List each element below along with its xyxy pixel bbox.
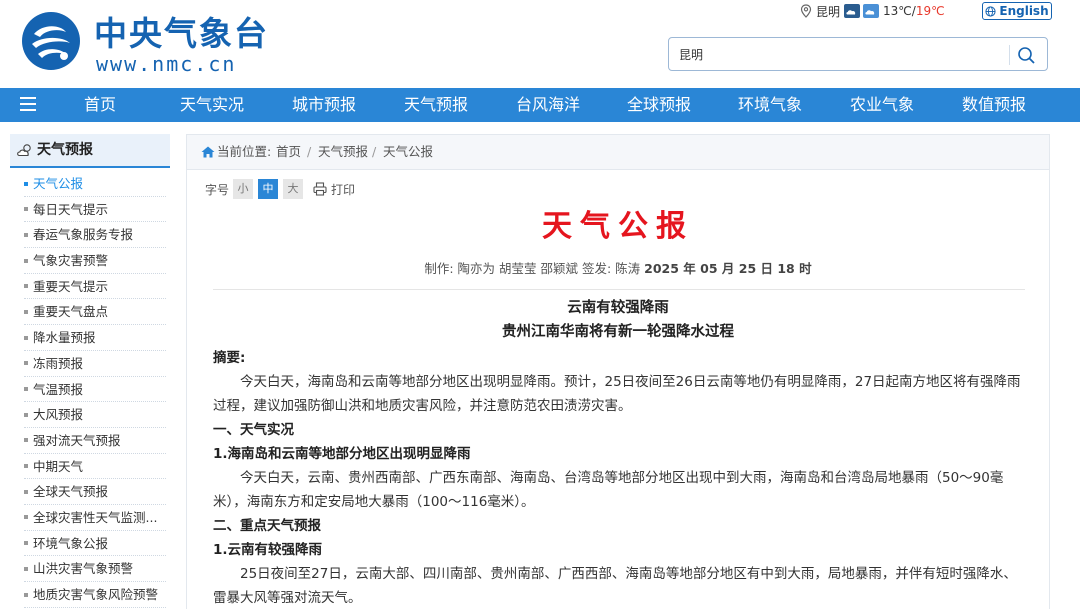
site-header: 中央气象台 www.nmc.cn 昆明 13℃ / 19℃ English: [0, 0, 1080, 88]
sidebar-item-daily-tips[interactable]: 每日天气提示: [24, 197, 166, 223]
font-large-button[interactable]: 大: [283, 179, 303, 199]
section-2-title: 二、重点天气预报: [213, 518, 321, 534]
nav-item-home[interactable]: 首页: [84, 88, 116, 122]
summary-label: 摘要:: [213, 350, 246, 366]
menu-icon[interactable]: [20, 97, 36, 113]
breadcrumb-home[interactable]: 首页: [276, 144, 301, 160]
article-panel: 当前位置: 首页 / 天气预报 / 天气公报 字号 小 中 大 打印 天气公报 …: [186, 134, 1050, 609]
sidebar-item-environment-bulletin[interactable]: 环境气象公报: [24, 531, 166, 557]
sidebar-item-convection[interactable]: 强对流天气预报: [24, 428, 166, 454]
weather-status: 昆明 13℃ / 19℃: [800, 2, 945, 20]
nav-item-numerical[interactable]: 数值预报: [962, 88, 1026, 122]
breadcrumb-prefix: 当前位置:: [217, 144, 272, 159]
sidebar-title: 天气预报: [37, 142, 93, 158]
sidebar-item-weather-bulletin[interactable]: 天气公报: [24, 171, 166, 197]
search-box: [668, 37, 1048, 71]
search-icon[interactable]: [1015, 44, 1039, 66]
title-divider: [213, 289, 1025, 290]
print-icon[interactable]: [313, 182, 327, 196]
nav-item-city[interactable]: 城市预报: [292, 88, 356, 122]
nmc-logo-icon[interactable]: [20, 10, 82, 72]
sidebar-item-spring-festival[interactable]: 春运气象服务专报: [24, 222, 166, 249]
sidebar-item-geological[interactable]: 地质灾害气象风险预警: [24, 582, 166, 608]
nav-item-environment[interactable]: 环境气象: [738, 88, 802, 122]
headline-2: 贵州江南华南将有新一轮强降水过程: [502, 324, 734, 340]
summary-text: 今天白天，海南岛和云南等地部分地区出现明显降雨。预计，25日夜间至26日云南等地…: [213, 374, 1021, 414]
sidebar-list: 天气公报 每日天气提示 春运气象服务专报 气象灾害预警 重要天气提示 重要天气盘…: [24, 171, 166, 608]
font-medium-button[interactable]: 中: [258, 179, 278, 199]
section-1-subtitle: 1.海南岛和云南等地部分地区出现明显降雨: [213, 446, 471, 462]
globe-icon: [985, 5, 996, 17]
article-byline: 制作: 陶亦为 胡莹莹 邵颖斌 签发: 陈涛 2025 年 05 月 25 日 …: [187, 260, 1049, 278]
breadcrumb-bulletin[interactable]: 天气公报: [383, 144, 433, 160]
current-city[interactable]: 昆明: [816, 3, 840, 20]
headline-1: 云南有较强降雨: [567, 300, 669, 316]
english-button[interactable]: English: [982, 2, 1052, 20]
sidebar-item-medium-range[interactable]: 中期天气: [24, 454, 166, 480]
font-small-button[interactable]: 小: [233, 179, 253, 199]
breadcrumb-forecast[interactable]: 天气预报: [318, 144, 368, 160]
section-1-text: 今天白天，云南、贵州西南部、广西东南部、海南岛、台湾岛等地部分地区出现中到大雨，…: [213, 470, 1004, 510]
sidebar-item-freezing-rain[interactable]: 冻雨预报: [24, 351, 166, 377]
sidebar-item-precipitation[interactable]: 降水量预报: [24, 325, 166, 351]
temp-high: 19℃: [915, 4, 945, 18]
sidebar-header: 天气预报: [10, 134, 170, 168]
section-2-subtitle: 1.云南有较强降雨: [213, 542, 323, 558]
sidebar: 天气预报 天气公报 每日天气提示 春运气象服务专报 气象灾害预警 重要天气提示 …: [10, 134, 170, 609]
sidebar-item-global-forecast[interactable]: 全球天气预报: [24, 479, 166, 505]
section-2-text: 25日夜间至27日，云南大部、四川南部、贵州南部、广西西部、海南岛等地部分地区有…: [213, 566, 1017, 606]
temp-low: 13℃: [883, 4, 912, 18]
sidebar-item-temperature[interactable]: 气温预报: [24, 377, 166, 403]
sidebar-item-global-monitor[interactable]: 全球灾害性天气监测...: [24, 505, 166, 531]
breadcrumb: 当前位置: 首页 / 天气预报 / 天气公报: [187, 135, 1049, 170]
main-nav: 首页 天气实况 城市预报 天气预报 台风海洋 全球预报 环境气象 农业气象 数值…: [0, 88, 1080, 122]
article-date: 2025 年 05 月 25 日 18 时: [644, 261, 812, 276]
sidebar-item-disaster-warning[interactable]: 气象灾害预警: [24, 248, 166, 274]
sidebar-item-important-review[interactable]: 重要天气盘点: [24, 299, 166, 326]
site-name-en[interactable]: www.nmc.cn: [96, 53, 236, 75]
home-icon: [201, 146, 215, 158]
nav-item-global[interactable]: 全球预报: [627, 88, 691, 122]
font-size-label: 字号: [205, 183, 230, 197]
location-pin-icon: [800, 4, 812, 18]
article-authors: 制作: 陶亦为 胡莹莹 邵颖斌 签发: 陈涛: [424, 261, 641, 276]
search-divider: [1009, 45, 1010, 65]
nav-item-agriculture[interactable]: 农业气象: [850, 88, 914, 122]
english-label: English: [999, 4, 1049, 18]
article-title: 天气公报: [542, 209, 694, 244]
cloudy-day-icon: [863, 4, 880, 18]
nav-item-live[interactable]: 天气实况: [180, 88, 244, 122]
cloudy-night-icon: [844, 4, 861, 18]
sidebar-item-important-tips[interactable]: 重要天气提示: [24, 274, 166, 300]
site-name-cn[interactable]: 中央气象台: [94, 14, 269, 54]
nav-item-typhoon[interactable]: 台风海洋: [516, 88, 580, 122]
search-input[interactable]: [679, 45, 999, 63]
section-1-title: 一、天气实况: [213, 422, 294, 438]
print-label[interactable]: 打印: [331, 181, 355, 198]
nav-item-forecast[interactable]: 天气预报: [404, 88, 468, 122]
sidebar-item-flash-flood[interactable]: 山洪灾害气象预警: [24, 556, 166, 582]
sidebar-item-wind[interactable]: 大风预报: [24, 402, 166, 428]
cloud-sun-icon: [17, 144, 31, 157]
